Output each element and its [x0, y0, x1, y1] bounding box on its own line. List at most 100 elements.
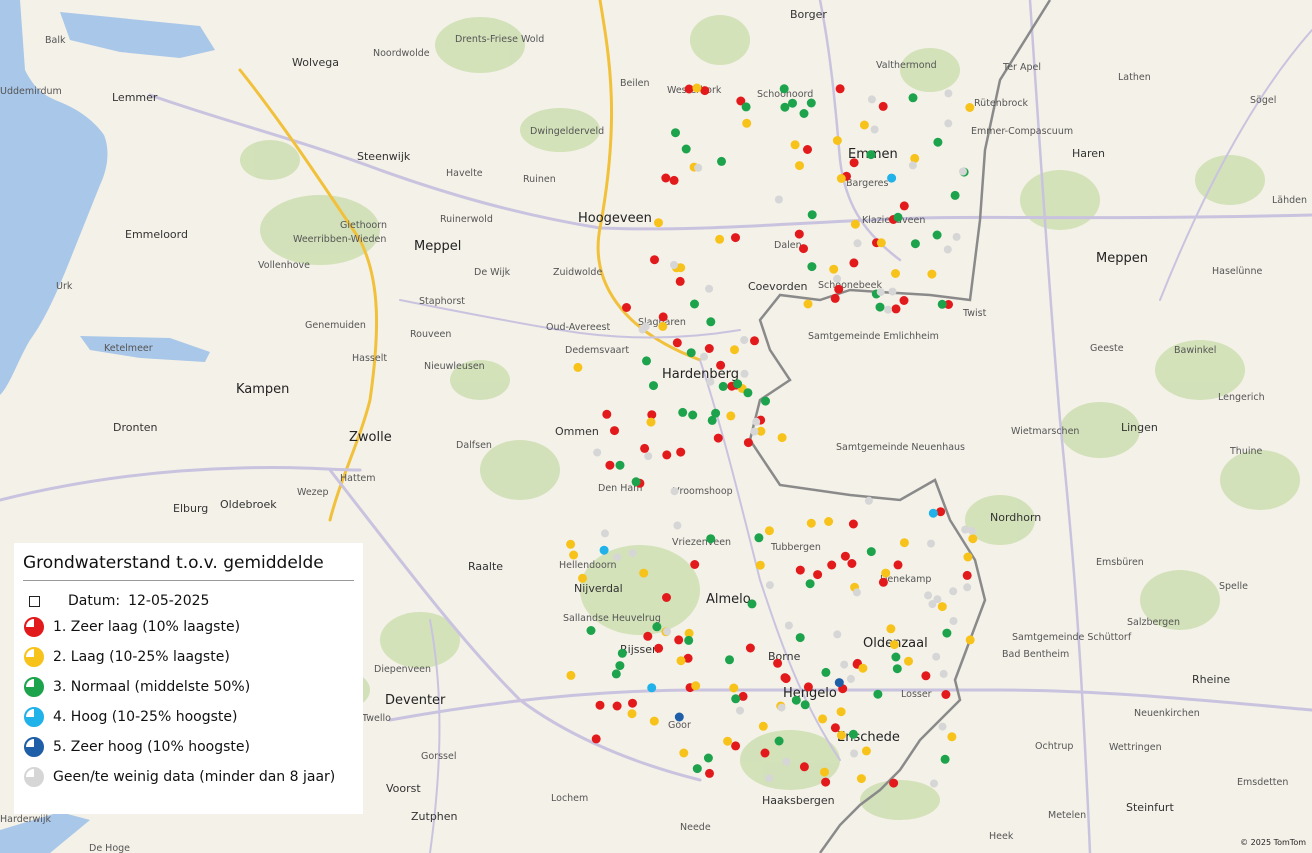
measurement-marker-geen-data[interactable] — [928, 600, 937, 609]
measurement-marker-normaal[interactable] — [703, 753, 713, 763]
measurement-marker-normaal[interactable] — [671, 128, 680, 138]
measurement-marker-geen-data[interactable] — [949, 617, 958, 625]
measurement-marker-geen-data[interactable] — [949, 587, 958, 596]
measurement-marker-geen-data[interactable] — [644, 452, 653, 461]
measurement-marker-normaal[interactable] — [678, 407, 688, 417]
measurement-marker-geen-data[interactable] — [939, 669, 948, 678]
measurement-marker-hoog[interactable] — [647, 683, 657, 693]
measurement-marker-geen-data[interactable] — [924, 591, 933, 600]
measurement-marker-normaal[interactable] — [690, 299, 699, 309]
measurement-marker-zeer-laag[interactable] — [705, 768, 714, 778]
measurement-marker-zeer-laag[interactable] — [662, 593, 671, 602]
measurement-marker-laag[interactable] — [715, 234, 725, 244]
measurement-marker-normaal[interactable] — [891, 652, 901, 662]
measurement-marker-normaal[interactable] — [747, 599, 757, 609]
measurement-marker-zeer-laag[interactable] — [830, 293, 840, 303]
measurement-marker-zeer-laag[interactable] — [602, 409, 612, 419]
measurement-marker-geen-data[interactable] — [927, 539, 935, 548]
measurement-marker-geen-data[interactable] — [846, 674, 855, 683]
measurement-marker-normaal[interactable] — [780, 102, 790, 112]
measurement-marker-normaal[interactable] — [800, 700, 810, 710]
measurement-marker-laag[interactable] — [726, 411, 736, 421]
measurement-marker-normaal[interactable] — [642, 356, 651, 366]
measurement-marker-normaal[interactable] — [848, 729, 858, 739]
measurement-marker-normaal[interactable] — [706, 534, 716, 544]
measurement-marker-laag[interactable] — [965, 635, 975, 645]
measurement-marker-laag[interactable] — [968, 534, 978, 544]
measurement-marker-geen-data[interactable] — [752, 417, 761, 426]
measurement-marker-zeer-laag[interactable] — [628, 698, 637, 708]
measurement-marker-normaal[interactable] — [932, 230, 942, 240]
measurement-marker-zeer-laag[interactable] — [799, 762, 809, 772]
measurement-marker-zeer-laag[interactable] — [849, 258, 859, 268]
measurement-marker-zeer-laag[interactable] — [731, 741, 741, 751]
measurement-marker-zeer-laag[interactable] — [773, 658, 783, 668]
measurement-marker-laag[interactable] — [764, 526, 774, 536]
measurement-marker-geen-data[interactable] — [938, 722, 947, 731]
measurement-marker-geen-data[interactable] — [833, 274, 842, 283]
measurement-marker-normaal[interactable] — [791, 695, 801, 705]
measurement-marker-zeer-laag[interactable] — [962, 570, 972, 580]
measurement-marker-geen-data[interactable] — [833, 630, 842, 639]
measurement-marker-normaal[interactable] — [711, 408, 721, 418]
measurement-marker-zeer-laag[interactable] — [591, 734, 601, 744]
measurement-marker-zeer-laag[interactable] — [878, 577, 888, 587]
measurement-marker-laag[interactable] — [904, 656, 913, 666]
measurement-marker-geen-data[interactable] — [888, 287, 897, 296]
measurement-marker-normaal[interactable] — [649, 381, 658, 391]
measurement-marker-zeer-laag[interactable] — [669, 175, 679, 185]
measurement-marker-laag[interactable] — [803, 299, 813, 309]
measurement-marker-laag[interactable] — [859, 120, 869, 130]
measurement-marker-geen-data[interactable] — [705, 284, 714, 293]
measurement-marker-normaal[interactable] — [950, 190, 960, 200]
measurement-marker-normaal[interactable] — [733, 379, 743, 389]
measurement-marker-zeer-laag[interactable] — [840, 551, 850, 561]
measurement-marker-laag[interactable] — [691, 681, 701, 691]
measurement-marker-laag[interactable] — [566, 539, 576, 549]
measurement-marker-normaal[interactable] — [866, 150, 876, 160]
measurement-marker-laag[interactable] — [790, 140, 800, 150]
measurement-marker-laag[interactable] — [832, 136, 842, 145]
measurement-marker-laag[interactable] — [777, 433, 787, 443]
measurement-marker-geen-data[interactable] — [740, 369, 749, 378]
measurement-marker-zeer-laag[interactable] — [716, 360, 726, 370]
measurement-marker-geen-data[interactable] — [641, 322, 650, 331]
measurement-marker-normaal[interactable] — [725, 655, 734, 665]
measurement-marker-normaal[interactable] — [741, 102, 751, 112]
measurement-marker-zeer-laag[interactable] — [750, 336, 759, 346]
measurement-marker-laag[interactable] — [742, 118, 752, 128]
measurement-marker-zeer-laag[interactable] — [661, 173, 671, 183]
measurement-marker-zeer-laag[interactable] — [781, 674, 791, 684]
measurement-marker-zeer-laag[interactable] — [921, 671, 931, 681]
measurement-marker-laag[interactable] — [910, 153, 920, 163]
measurement-marker-zeer-laag[interactable] — [700, 86, 710, 96]
measurement-marker-normaal[interactable] — [806, 98, 816, 108]
measurement-marker-zeer-laag[interactable] — [675, 276, 685, 286]
measurement-marker-laag[interactable] — [876, 238, 886, 248]
measurement-marker-laag[interactable] — [824, 517, 834, 526]
measurement-marker-laag[interactable] — [947, 732, 957, 742]
measurement-marker-normaal[interactable] — [805, 579, 815, 589]
measurement-marker-geen-data[interactable] — [959, 167, 967, 176]
measurement-marker-laag[interactable] — [927, 269, 937, 279]
measurement-marker-normaal[interactable] — [875, 302, 885, 312]
measurement-marker-geen-data[interactable] — [670, 487, 679, 496]
measurement-marker-laag[interactable] — [730, 345, 739, 355]
measurement-marker-zeer-laag[interactable] — [827, 560, 837, 570]
measurement-marker-geen-data[interactable] — [706, 377, 715, 386]
measurement-marker-normaal[interactable] — [821, 667, 831, 677]
measurement-marker-geen-data[interactable] — [853, 239, 862, 248]
measurement-marker-laag[interactable] — [723, 736, 733, 746]
measurement-marker-normaal[interactable] — [615, 460, 625, 470]
measurement-marker-zeer-laag[interactable] — [813, 570, 823, 580]
measurement-marker-normaal[interactable] — [761, 396, 770, 406]
measurement-marker-zeer-laag[interactable] — [610, 426, 619, 436]
measurement-marker-laag[interactable] — [836, 174, 846, 183]
measurement-marker-geen-data[interactable] — [765, 581, 774, 590]
measurement-marker-laag[interactable] — [676, 656, 686, 666]
measurement-marker-zeer-laag[interactable] — [713, 433, 723, 443]
measurement-marker-zeer-laag[interactable] — [848, 519, 858, 529]
measurement-marker-laag[interactable] — [899, 538, 909, 548]
measurement-marker-laag[interactable] — [658, 321, 668, 331]
measurement-marker-geen-data[interactable] — [852, 588, 861, 597]
